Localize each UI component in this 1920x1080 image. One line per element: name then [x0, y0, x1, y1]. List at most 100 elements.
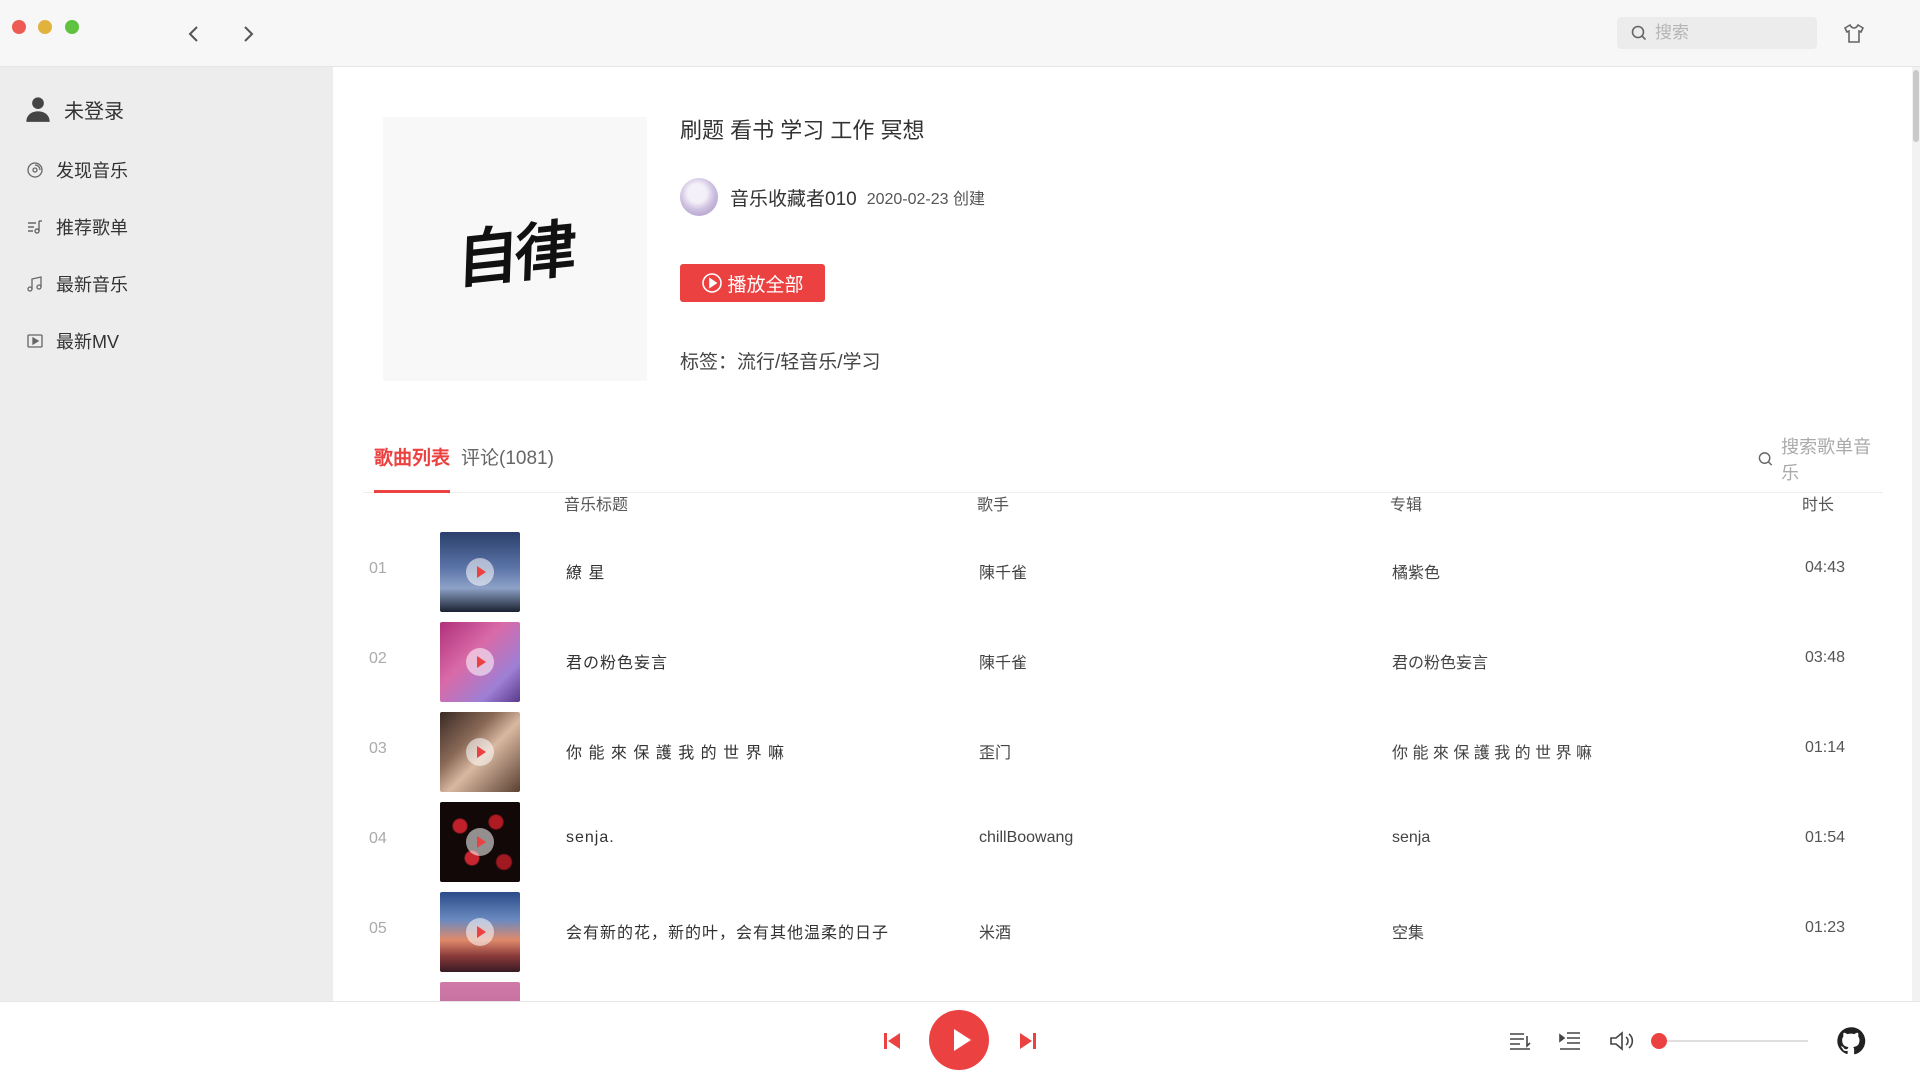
playlist-title: 刷题 看书 学习 工作 冥想: [680, 118, 925, 143]
previous-track-icon[interactable]: [881, 1030, 903, 1052]
sidebar-item-new-music[interactable]: 最新音乐: [26, 269, 128, 299]
music-note-icon: [27, 276, 42, 292]
sidebar-item-label: 最新MV: [56, 332, 119, 352]
song-thumbnail[interactable]: [440, 802, 520, 882]
play-mode-icon[interactable]: [1507, 1028, 1533, 1054]
playlist-detail: 自律 刷题 看书 学习 工作 冥想 音乐收藏者010 2020-02-23 创建…: [333, 67, 1920, 1001]
search-input[interactable]: [1655, 21, 1805, 45]
sidebar-item-discover[interactable]: 发现音乐: [26, 155, 128, 185]
tab-song-list[interactable]: 歌曲列表: [374, 439, 451, 493]
play-icon[interactable]: [466, 648, 494, 676]
volume-slider[interactable]: [1654, 1040, 1808, 1042]
song-row[interactable]: 02 君の粉色妄言 陳千雀 君の粉色妄言 03:48: [333, 617, 1863, 707]
column-header-album: 专辑: [1390, 497, 1423, 514]
song-title[interactable]: senja.: [566, 829, 615, 847]
song-index: 02: [369, 650, 387, 667]
maximize-window-button[interactable]: [65, 20, 79, 34]
song-duration: 01:54: [1805, 829, 1846, 846]
song-thumbnail[interactable]: [440, 622, 520, 702]
play-button[interactable]: [929, 1010, 989, 1070]
playlist-icon: [28, 220, 42, 234]
song-album[interactable]: 你 能 來 保 護 我 的 世 界 嘛: [1392, 739, 1592, 763]
sidebar-item-playlists[interactable]: 推荐歌单: [26, 212, 128, 242]
song-row[interactable]: 05 会有新的花，新的叶，会有其他温柔的日子 米酒 空集 01:23: [333, 887, 1863, 977]
user-icon: [26, 97, 50, 122]
sidebar-item-label: 推荐歌单: [56, 218, 128, 238]
song-index: 01: [369, 560, 387, 577]
back-icon[interactable]: [182, 22, 206, 46]
song-duration: 03:48: [1805, 649, 1846, 666]
playlist-tags: 标签：流行/轻音乐/学习: [680, 352, 881, 373]
sidebar-item-label: 发现音乐: [56, 161, 128, 181]
play-icon[interactable]: [466, 558, 494, 586]
player-bar: [0, 1001, 1920, 1080]
playlist-search-placeholder: 搜索歌单音乐: [1781, 437, 1872, 483]
song-artist[interactable]: 陳千雀: [979, 649, 1027, 673]
song-row[interactable]: [333, 977, 1863, 1001]
song-album[interactable]: 空集: [1392, 919, 1424, 943]
creator-avatar[interactable]: [680, 178, 718, 216]
song-title[interactable]: 你 能 來 保 護 我 的 世 界 嘛: [566, 739, 785, 763]
song-index: 04: [369, 830, 387, 847]
minimize-window-button[interactable]: [38, 20, 52, 34]
cover-text: 自律: [455, 211, 574, 298]
song-thumbnail[interactable]: [440, 892, 520, 972]
global-search[interactable]: [1617, 17, 1817, 49]
song-album[interactable]: senja: [1392, 829, 1430, 847]
volume-icon[interactable]: [1608, 1028, 1634, 1054]
search-icon: [1631, 25, 1647, 41]
song-row[interactable]: 04 senja. chillBoowang senja 01:54: [333, 797, 1863, 887]
song-title[interactable]: 会有新的花，新的叶，会有其他温柔的日子: [566, 919, 889, 943]
disc-icon: [27, 162, 43, 178]
song-album[interactable]: 君の粉色妄言: [1392, 649, 1488, 673]
song-thumbnail[interactable]: [440, 712, 520, 792]
column-header-title: 音乐标题: [564, 497, 629, 514]
song-row[interactable]: 01 繚 星 陳千雀 橘紫色 04:43: [333, 527, 1863, 617]
user-login[interactable]: 未登录: [24, 91, 124, 127]
sidebar-item-label: 最新音乐: [56, 275, 128, 295]
song-duration: 01:23: [1805, 919, 1846, 936]
video-icon: [27, 334, 43, 348]
user-name: 未登录: [64, 100, 124, 123]
column-header-duration: 时长: [1802, 497, 1835, 514]
song-thumbnail[interactable]: [440, 982, 520, 1001]
play-icon[interactable]: [466, 828, 494, 856]
song-artist[interactable]: 米酒: [979, 919, 1011, 943]
creator-info: 音乐收藏者010 2020-02-23 创建: [680, 177, 985, 217]
tab-bar: 歌曲列表 评论(1081) 搜索歌单音乐: [363, 437, 1883, 493]
play-all-label: 播放全部: [727, 274, 804, 296]
song-artist[interactable]: chillBoowang: [979, 829, 1073, 847]
song-title[interactable]: 繚 星: [566, 559, 605, 583]
play-all-button[interactable]: 播放全部: [680, 264, 825, 302]
github-icon[interactable]: [1836, 1026, 1866, 1056]
playlist-search[interactable]: 搜索歌单音乐: [1758, 437, 1883, 483]
sidebar-item-new-mv[interactable]: 最新MV: [26, 326, 119, 356]
play-icon[interactable]: [466, 918, 494, 946]
title-bar: [0, 0, 1920, 67]
scrollbar[interactable]: [1912, 67, 1920, 1001]
song-index: 05: [369, 920, 387, 937]
volume-slider-knob[interactable]: [1650, 1033, 1667, 1049]
tshirt-icon[interactable]: [1842, 22, 1866, 46]
song-artist[interactable]: 歪门: [979, 739, 1011, 763]
play-circle-icon: [702, 273, 723, 293]
queue-list-icon[interactable]: [1557, 1028, 1583, 1054]
song-album[interactable]: 橘紫色: [1392, 559, 1440, 583]
close-window-button[interactable]: [12, 20, 26, 34]
create-date: 2020-02-23 创建: [866, 191, 985, 208]
next-track-icon[interactable]: [1017, 1030, 1039, 1052]
column-header-artist: 歌手: [977, 497, 1010, 514]
tab-comments[interactable]: 评论(1081): [461, 439, 554, 493]
sidebar: 未登录 发现音乐 推荐歌单 最新音乐 最新MV: [0, 67, 333, 1001]
song-title[interactable]: 君の粉色妄言: [566, 649, 668, 673]
forward-icon[interactable]: [236, 22, 260, 46]
scrollbar-thumb[interactable]: [1913, 70, 1919, 142]
song-row[interactable]: 03 你 能 來 保 護 我 的 世 界 嘛 歪门 你 能 來 保 護 我 的 …: [333, 707, 1863, 797]
song-artist[interactable]: 陳千雀: [979, 559, 1027, 583]
search-icon: [1758, 452, 1773, 466]
song-duration: 01:14: [1805, 739, 1846, 756]
song-thumbnail[interactable]: [440, 532, 520, 612]
play-icon[interactable]: [466, 738, 494, 766]
song-index: 03: [369, 740, 387, 757]
creator-name[interactable]: 音乐收藏者010: [730, 184, 857, 211]
